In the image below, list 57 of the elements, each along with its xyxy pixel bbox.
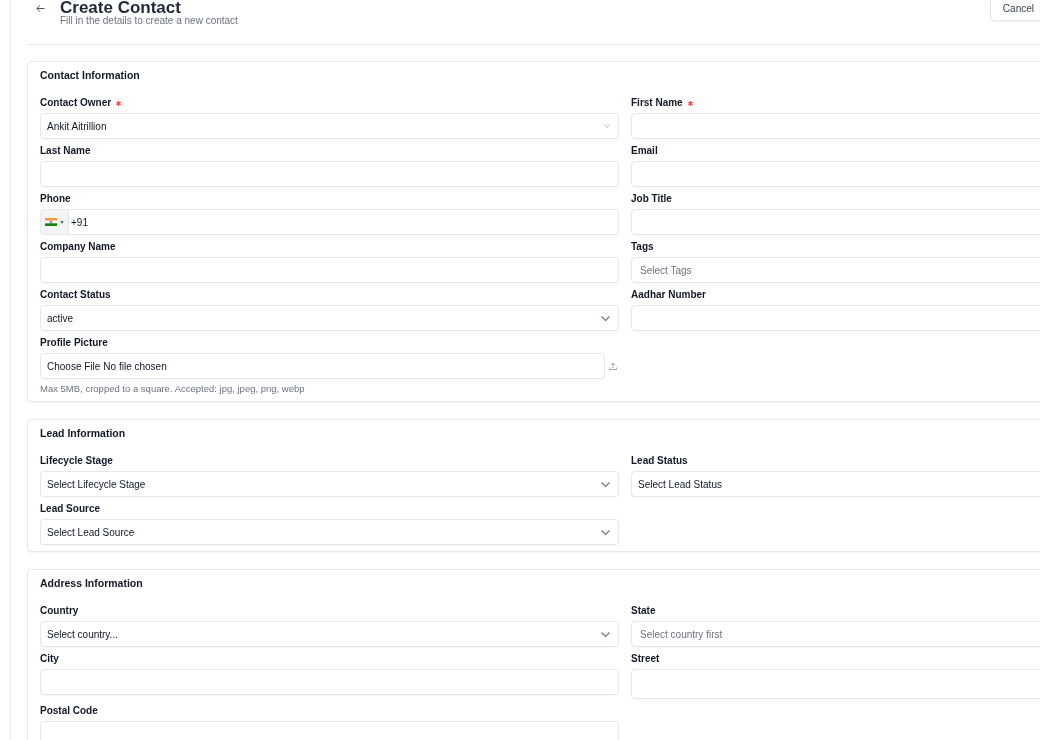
field-label: Street (631, 653, 660, 665)
select-field[interactable]: active (40, 305, 619, 331)
chevron-down-icon (601, 315, 610, 321)
section-title: Lead Information (40, 427, 127, 439)
field-label: First Name (631, 97, 683, 109)
field-label: Country (40, 605, 79, 617)
input-field[interactable] (40, 161, 619, 187)
select-field[interactable]: Ankit Aitrillion (40, 113, 619, 139)
field-label: City (40, 653, 59, 665)
input-field[interactable] (40, 669, 619, 695)
input-field[interactable] (631, 161, 1040, 187)
page-title: Create Contact (60, 0, 182, 15)
field-label: Profile Picture (40, 337, 108, 349)
page-subtitle: Fill in the details to create a new contact (60, 15, 239, 27)
select-field[interactable]: Select Lead Status (631, 471, 1040, 497)
input-field[interactable] (40, 257, 619, 283)
chevron-down-icon (601, 529, 610, 535)
input-field[interactable]: Select Tags (631, 257, 1040, 283)
select-field[interactable]: Select country... (40, 621, 619, 647)
india-flag-icon (45, 218, 57, 226)
field-label: Postal Code (40, 705, 98, 717)
textarea-field[interactable] (631, 669, 1040, 699)
section-title: Contact Information (40, 69, 141, 81)
cancel-button[interactable]: Cancel (989, 0, 1040, 21)
phone-input-field[interactable]: +91 (69, 209, 619, 235)
field-label: Job Title (631, 193, 672, 205)
choose-file-button[interactable]: Choose File (47, 360, 101, 372)
field-label: Last Name (40, 145, 91, 157)
input-field[interactable] (631, 209, 1040, 235)
file-status: No file chosen (103, 360, 167, 372)
caret-down-icon (60, 220, 64, 224)
field-label: Company Name (40, 241, 116, 253)
field-label: Contact Status (40, 289, 111, 301)
chevron-down-icon (601, 631, 610, 637)
file-input-field[interactable]: Choose File No file chosen (40, 353, 605, 379)
select-field[interactable]: Select Lead Source (40, 519, 619, 545)
chevron-down-icon (604, 124, 610, 128)
arrow-left-icon (35, 4, 45, 12)
input-field[interactable]: Select country first (631, 621, 1040, 647)
section-title: Address Information (40, 577, 144, 589)
field-label: Contact Owner (40, 97, 112, 109)
chevron-down-icon (601, 481, 610, 487)
field-label: Tags (631, 241, 654, 253)
input-field[interactable] (631, 305, 1040, 331)
input-field[interactable] (40, 721, 619, 740)
field-label: Lifecycle Stage (40, 455, 113, 467)
field-label: State (631, 605, 656, 617)
field-label: Aadhar Number (631, 289, 706, 301)
field-label: Lead Source (40, 503, 101, 515)
select-field[interactable]: Select Lifecycle Stage (40, 471, 619, 497)
field-label: Lead Status (631, 455, 688, 467)
country-code-selector[interactable] (40, 209, 69, 235)
input-field[interactable] (631, 113, 1040, 139)
field-label: Email (631, 145, 658, 157)
field-hint: Max 5MB, cropped to a square. Accepted: jpg, jpeg, png, webp (40, 383, 306, 395)
upload-icon (609, 362, 617, 370)
field-label: Phone (40, 193, 71, 205)
